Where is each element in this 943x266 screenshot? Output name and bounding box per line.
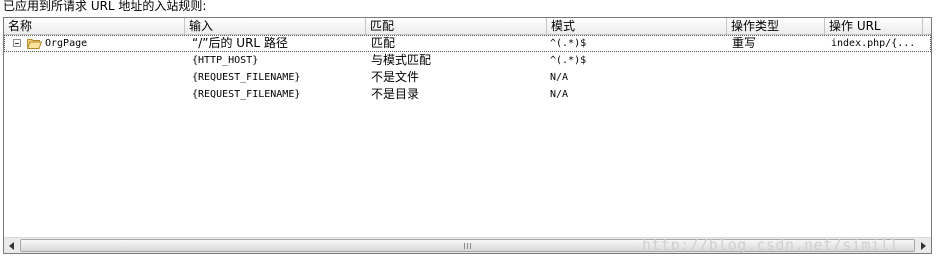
inbound-rules-list: 名称 输入 匹配 模式 操作类型 操作 URL OrgPage “/”后的 UR…	[3, 17, 932, 254]
cell-match: 与模式匹配	[371, 53, 432, 67]
table-row[interactable]: {HTTP_HOST} 与模式匹配 ^(.*)$	[4, 52, 931, 69]
arrow-left-icon	[9, 241, 14, 250]
watermark-text: http://blog.csdn.net/simill	[642, 236, 900, 254]
cell-action-type: 重写	[732, 36, 757, 50]
cell-input: {REQUEST_FILENAME}	[192, 72, 301, 83]
collapse-icon[interactable]	[13, 39, 21, 47]
cell-input: {HTTP_HOST}	[192, 55, 259, 66]
column-header-action-url[interactable]: 操作 URL	[825, 18, 923, 34]
rule-name: OrgPage	[45, 38, 88, 49]
cell-pattern: N/A	[550, 72, 569, 83]
table-row[interactable]: {REQUEST_FILENAME} 不是目录 N/A	[4, 86, 931, 103]
column-header-name[interactable]: 名称	[4, 18, 185, 34]
cell-pattern: N/A	[550, 89, 569, 100]
column-header-match[interactable]: 匹配	[366, 18, 547, 34]
list-header: 名称 输入 匹配 模式 操作类型 操作 URL	[4, 18, 931, 35]
cell-pattern: ^(.*)$	[550, 55, 587, 66]
cell-action-url: index.php/{...	[831, 38, 916, 49]
column-header-input[interactable]: 输入	[185, 18, 366, 34]
open-folder-icon	[27, 39, 42, 49]
column-header-action-type[interactable]: 操作类型	[727, 18, 825, 34]
rules-caption: 已应用到所请求 URL 地址的入站规则:	[3, 0, 207, 13]
grip-icon	[463, 243, 472, 249]
cell-match: 不是目录	[371, 87, 420, 101]
scroll-right-button[interactable]	[915, 238, 931, 253]
column-header-pattern[interactable]: 模式	[547, 18, 727, 34]
cell-input: “/”后的 URL 路径	[192, 36, 288, 50]
cell-pattern: ^(.*)$	[550, 38, 587, 49]
cell-match: 不是文件	[371, 70, 420, 84]
cell-match: 匹配	[371, 36, 396, 50]
table-row[interactable]: OrgPage “/”后的 URL 路径 匹配 ^(.*)$ 重写 index.…	[4, 35, 931, 52]
scroll-left-button[interactable]	[4, 238, 20, 253]
arrow-right-icon	[921, 241, 926, 250]
table-row[interactable]: {REQUEST_FILENAME} 不是文件 N/A	[4, 69, 931, 86]
cell-input: {REQUEST_FILENAME}	[192, 89, 301, 100]
